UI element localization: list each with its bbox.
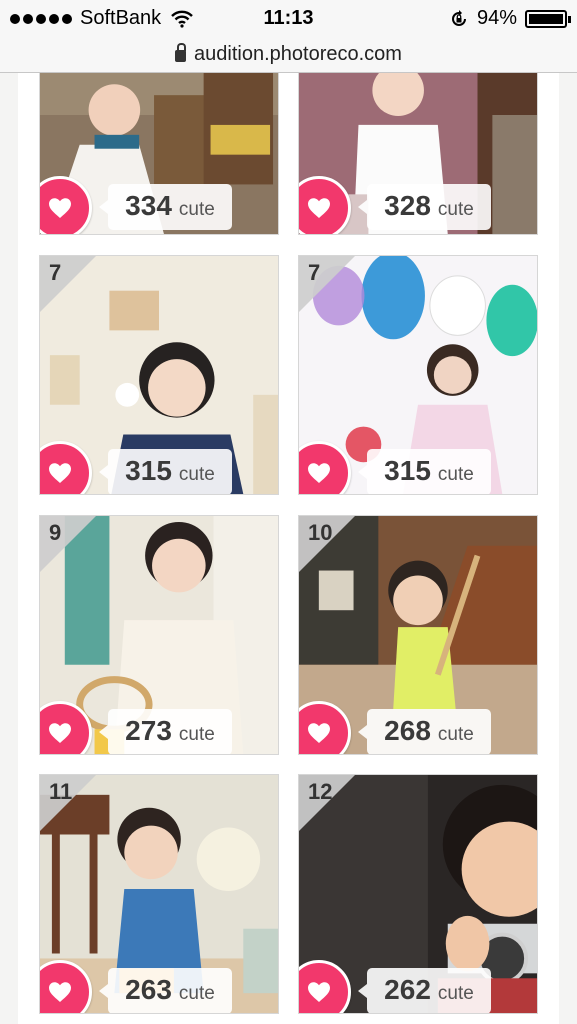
heart-icon <box>49 463 71 483</box>
cute-count-number: 273 <box>125 715 172 746</box>
cute-count-unit: cute <box>178 199 215 220</box>
heart-icon <box>49 198 71 218</box>
heart-icon <box>49 723 71 743</box>
cute-count-number: 315 <box>125 455 172 486</box>
rank-number: 12 <box>308 779 333 804</box>
cute-count-number: 315 <box>384 455 431 486</box>
cute-count-number: 263 <box>125 974 172 1005</box>
entry-card[interactable]: 328 cute <box>298 73 538 235</box>
url-text[interactable]: audition.photoreco.com <box>194 43 402 66</box>
cute-count-unit: cute <box>437 199 474 220</box>
cute-count-unit: cute <box>437 983 474 1004</box>
heart-icon <box>49 982 71 1002</box>
cute-count-number: 268 <box>384 715 431 746</box>
rank-number: 7 <box>49 260 62 285</box>
rotation-lock-icon <box>452 9 466 26</box>
heart-icon <box>308 198 330 218</box>
heart-icon <box>308 982 330 1002</box>
cute-count: 262 cute <box>358 968 491 1013</box>
address-bar[interactable]: audition.photoreco.com <box>0 36 577 73</box>
rank-number: 9 <box>49 520 62 545</box>
entry-grid: 334 cute 328 cute 7 315 cute 7 315 cute … <box>18 73 559 1024</box>
entry-card[interactable]: 10 268 cute <box>298 515 538 755</box>
entry-card[interactable]: 12 262 cute <box>298 774 538 1014</box>
status-right: 94% <box>449 7 571 30</box>
entry-card[interactable]: 7 315 cute <box>39 255 279 495</box>
cute-count-number: 262 <box>384 974 431 1005</box>
rank-number: 11 <box>49 779 73 804</box>
battery-percent: 94% <box>476 7 517 29</box>
cute-count: 263 cute <box>99 968 232 1013</box>
cute-count: 328 cute <box>358 184 491 230</box>
cute-count-unit: cute <box>178 464 215 485</box>
cute-count-unit: cute <box>178 983 215 1004</box>
cute-count: 315 cute <box>358 449 491 494</box>
cute-count-number: 334 <box>125 190 172 221</box>
status-bar: SoftBank 11:13 94% <box>0 0 577 36</box>
heart-icon <box>308 723 330 743</box>
entry-card[interactable]: 7 315 cute <box>298 255 538 495</box>
heart-icon <box>308 463 330 483</box>
lock-icon <box>175 43 187 62</box>
entry-card[interactable]: 334 cute <box>39 73 279 235</box>
rank-number: 10 <box>308 520 333 545</box>
cute-count: 334 cute <box>99 184 232 230</box>
rank-number: 7 <box>308 260 321 285</box>
cute-count-number: 328 <box>384 190 431 221</box>
cute-count: 268 cute <box>358 709 491 754</box>
entry-card[interactable]: 11 263 cute <box>39 774 279 1014</box>
battery-icon <box>525 9 571 28</box>
cute-count-unit: cute <box>437 464 474 485</box>
cute-count-unit: cute <box>178 724 215 745</box>
cute-count: 315 cute <box>99 449 232 494</box>
cute-count: 273 cute <box>99 709 232 754</box>
entry-card[interactable]: 9 273 cute <box>39 515 279 755</box>
cute-count-unit: cute <box>437 724 474 745</box>
